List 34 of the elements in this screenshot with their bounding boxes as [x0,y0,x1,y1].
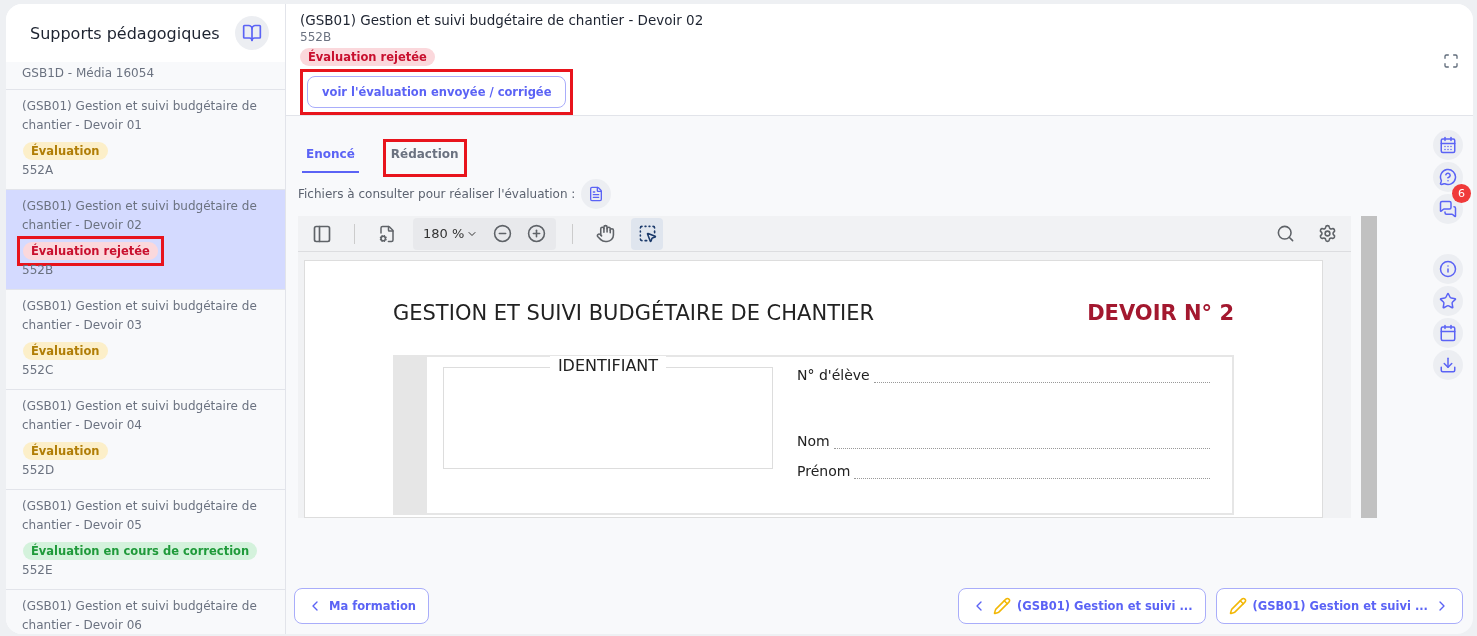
item-code: 552B [22,263,55,277]
item-title: (GSB01) Gestion et suivi budgétaire de chantier - Devoir 05 [22,498,258,534]
status-badge: Évaluation rejetée [300,47,435,66]
assignment-number: DEVOIR N° 2 [1087,301,1234,325]
status-badge: Évaluation [23,142,108,160]
assignment-title: (GSB01) Gestion et suivi budgétaire de chantier - Devoir 02 [300,11,704,28]
item-code: 552C [22,363,55,377]
field-label: N° d'élève [797,367,870,383]
document-title: GESTION ET SUIVI BUDGÉTAIRE DE CHANTIER [393,301,874,325]
item-title: (GSB01) Gestion et suivi budgétaire de chantier - Devoir 04 [22,398,258,434]
item-code: 552E [22,563,54,577]
view-evaluation-button[interactable]: voir l'évaluation envoyée / corrigée [307,75,567,108]
item-code: 552D [22,463,56,477]
back-button[interactable]: Ma formation [294,588,430,624]
status-badge: Évaluation en cours de correction [23,542,258,560]
tab[interactable]: Rédaction [386,143,463,173]
status-badge: Évaluation [23,342,108,360]
field-label: Prénom [797,463,851,479]
files-label: Fichiers à consulter pour réaliser l'évaluation : [298,187,576,201]
next-button[interactable]: (GSB01) Gestion et suivi ... [1215,588,1463,624]
item-title: (GSB01) Gestion et suivi budgétaire de chantier - Devoir 03 [22,298,258,334]
item-title: GSB1D - Média 16054 [22,65,155,82]
sidebar-title: Supports pédagogiques [30,23,220,43]
item-title: (GSB01) Gestion et suivi budgétaire de chantier - Devoir 06 [22,598,258,634]
item-title: (GSB01) Gestion et suivi budgétaire de chantier - Devoir 01 [22,98,258,134]
sidebar-item[interactable]: (GSB01) Gestion et suivi budgétaire de chantier - Devoir 02 Évaluation rejetée 552B [6,190,285,290]
item-code: 552A [22,163,55,177]
field-label: Nom [797,433,830,449]
tab[interactable]: Enoncé [302,143,359,173]
status-badge: Évaluation rejetée [23,242,158,260]
assignment-code: 552B [300,29,333,44]
status-badge: Évaluation [23,442,108,460]
previous-button[interactable]: (GSB01) Gestion et suivi ... [958,588,1206,624]
item-title: (GSB01) Gestion et suivi budgétaire de chantier - Devoir 02 [22,198,258,234]
